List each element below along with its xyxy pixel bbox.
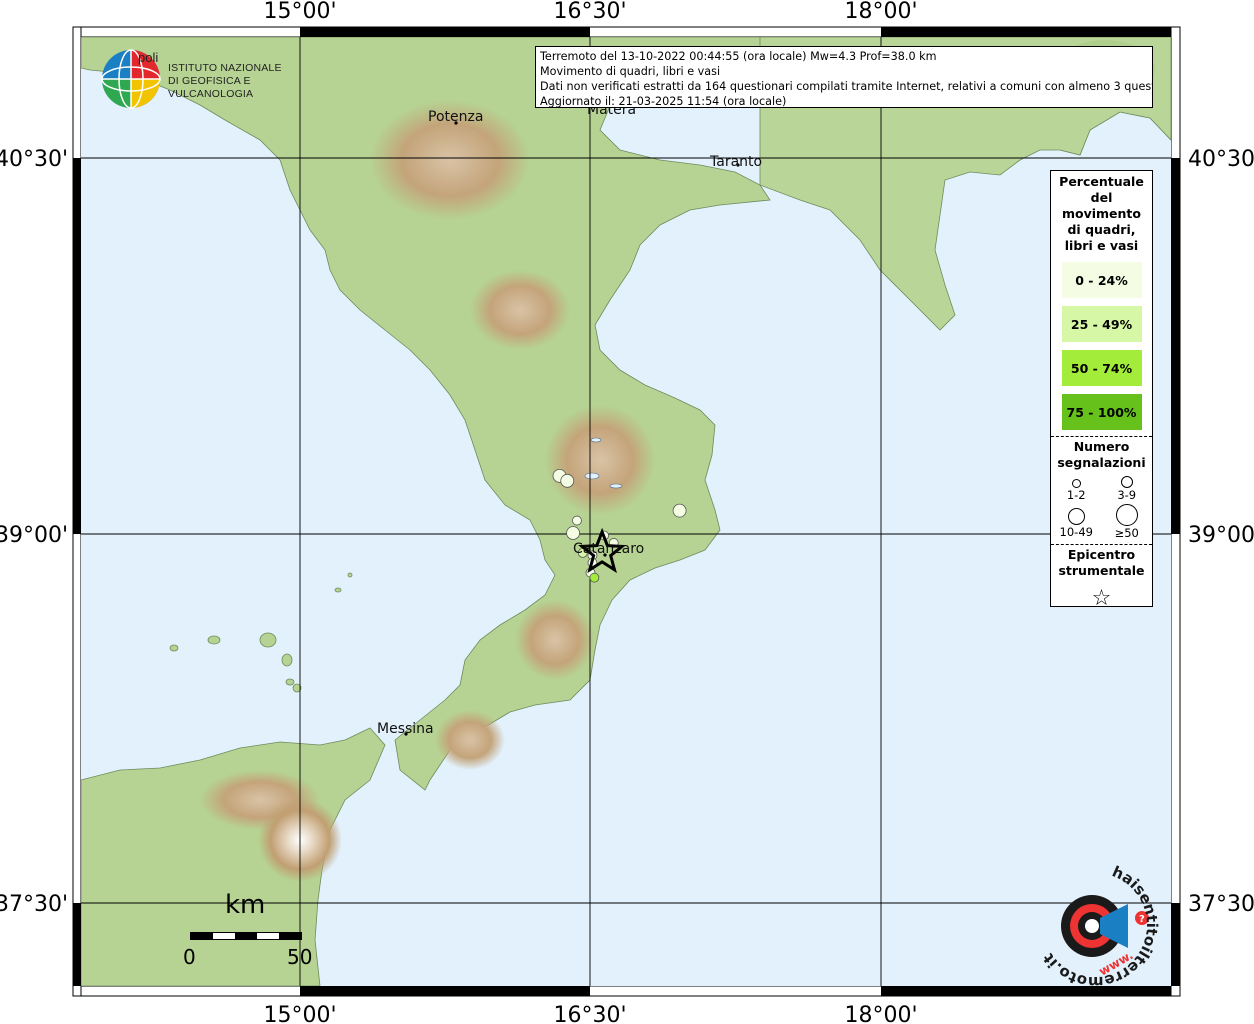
scale-min: 0 <box>183 945 196 969</box>
observation-point <box>672 503 687 518</box>
count-size-2: 3-9 <box>1102 473 1153 502</box>
city-label-taranto: Taranto <box>709 154 762 170</box>
epicenter-star-icon: ☆ <box>1091 586 1112 611</box>
count-sizes: 1-2 3-9 10-49 ≥50 <box>1051 473 1152 540</box>
count-size-2-circle <box>1120 476 1133 488</box>
observation-point <box>589 572 600 583</box>
count-size-2-label: 3-9 <box>1117 488 1137 502</box>
left-tick-2: 39°00' <box>0 523 68 548</box>
count-size-4-circle <box>1115 504 1138 526</box>
right-tick-2: 39°00' <box>1188 523 1254 548</box>
count-size-3-circle <box>1067 508 1085 525</box>
effect-line: Movimento di quadri, libri e vasi <box>540 65 721 78</box>
count-size-4: ≥50 <box>1102 504 1153 540</box>
top-tick-2: 16°30' <box>553 0 626 24</box>
legend-class-1-label: 0 - 24% <box>1075 272 1128 288</box>
left-tick-1: 40°30' <box>0 147 68 172</box>
top-tick-3: 18°00' <box>844 0 917 24</box>
event-line: Terremoto del 13-10-2022 00:44:55 (ora l… <box>540 50 937 63</box>
scale-max: 50 <box>287 945 313 969</box>
count-title: Numero segnalazioni <box>1057 439 1146 470</box>
top-tick-1: 15°00' <box>263 0 336 24</box>
legend-class-4-label: 75 - 100% <box>1066 404 1137 420</box>
legend-class-2: 25 - 49% <box>1061 306 1142 342</box>
legend-class-2-label: 25 - 49% <box>1070 316 1133 332</box>
count-size-4-label: ≥50 <box>1114 526 1139 540</box>
observation-point <box>572 515 582 526</box>
epicenter-title: Epicentro strumentale <box>1058 547 1145 578</box>
observation-point <box>566 526 580 540</box>
ingv-line2: DI GEOFISICA E VULCANOLOGIA <box>168 75 254 100</box>
hst-target-icon: ? haisentitoilterremoto.it www. <box>1039 862 1161 991</box>
city-label-catanzaro: Catanzaro <box>573 541 644 557</box>
legend-class-1: 0 - 24% <box>1061 262 1142 298</box>
scale-unit: km <box>225 890 266 920</box>
count-size-3: 10-49 <box>1051 504 1102 540</box>
scale-graphic <box>190 932 302 940</box>
legend-title: Percentuale del movimento di quadri, lib… <box>1059 174 1144 253</box>
count-size-1-label: 1-2 <box>1066 488 1086 502</box>
hst-logo: ? haisentitoilterremoto.it www. <box>1030 860 1161 991</box>
scale-bar: km 0 50 <box>180 890 320 970</box>
ingv-logo: poli ISTITUTO NAZIONALE DI GEOFISICA E V… <box>100 48 315 110</box>
legend: Percentuale del movimento di quadri, lib… <box>1050 170 1153 611</box>
ingv-line1: ISTITUTO NAZIONALE <box>168 62 282 74</box>
legend-class-3: 50 - 74% <box>1061 350 1142 386</box>
count-size-1: 1-2 <box>1051 473 1102 502</box>
updated-line: Aggiornato il: 21-03-2025 11:54 (ora loc… <box>540 95 787 108</box>
observation-point <box>560 473 575 488</box>
data-note-line: Dati non verificati estratti da 164 ques… <box>540 80 1153 93</box>
count-size-3-label: 10-49 <box>1059 525 1093 539</box>
legend-class-4: 75 - 100% <box>1061 394 1142 430</box>
ingv-name: ISTITUTO NAZIONALE DI GEOFISICA E VULCAN… <box>168 62 315 101</box>
count-size-1-circle <box>1071 479 1081 488</box>
legend-class-3-label: 50 - 74% <box>1070 360 1133 376</box>
right-tick-1: 40°30' <box>1188 147 1254 172</box>
bottom-tick-1: 15°00' <box>263 1003 336 1024</box>
city-label-messina: Messina <box>377 721 434 737</box>
bottom-tick-2: 16°30' <box>553 1003 626 1024</box>
ingv-small-text: poli <box>138 50 159 65</box>
right-tick-3: 37°30' <box>1188 892 1254 917</box>
left-tick-3: 37°30' <box>0 892 68 917</box>
city-label-potenza: Potenza <box>428 109 483 125</box>
event-info-box: Terremoto del 13-10-2022 00:44:55 (ora l… <box>535 46 1153 108</box>
bottom-tick-3: 18°00' <box>844 1003 917 1024</box>
